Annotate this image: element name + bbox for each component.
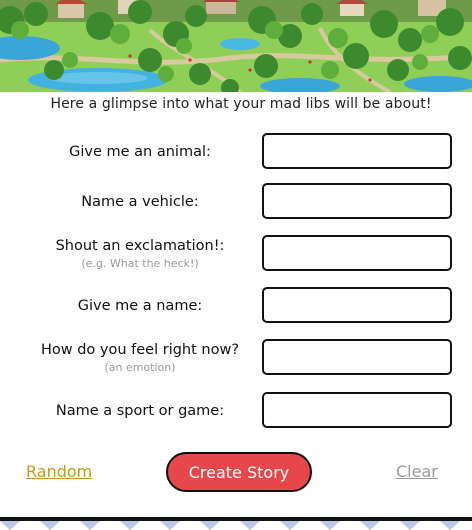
exclamation-input[interactable] <box>262 235 452 271</box>
intro-text: Here a glimpse into what your mad libs w… <box>50 96 432 112</box>
form-row-sport: Name a sport or game: <box>0 392 472 430</box>
name-input[interactable] <box>262 287 452 323</box>
emotion-input[interactable] <box>262 339 452 375</box>
animal-label: Give me an animal: <box>69 144 211 160</box>
park-illustration-icon <box>0 0 472 92</box>
vehicle-input[interactable] <box>262 183 452 219</box>
form-row-animal: Give me an animal: <box>0 133 472 171</box>
form-row-emotion: How do you feel right now? (an emotion) <box>0 339 472 377</box>
exclamation-label: Shout an exclamation!: <box>55 238 225 254</box>
sport-input[interactable] <box>262 392 452 428</box>
name-label: Give me a name: <box>77 298 203 314</box>
form-row-vehicle: Name a vehicle: <box>0 183 472 221</box>
park-banner-image <box>0 0 472 92</box>
sport-label: Name a sport or game: <box>55 403 225 419</box>
emotion-label: How do you feel right now? <box>40 342 240 358</box>
random-button[interactable]: Random <box>26 462 92 481</box>
bottom-pattern-strip <box>0 514 472 530</box>
animal-input[interactable] <box>262 133 452 169</box>
form-row-exclamation: Shout an exclamation!: (e.g. What the he… <box>0 235 472 273</box>
create-story-button[interactable]: Create Story <box>166 452 312 492</box>
clear-button[interactable]: Clear <box>396 462 438 481</box>
vehicle-label: Name a vehicle: <box>81 194 199 210</box>
emotion-hint: (an emotion) <box>104 361 176 374</box>
form-row-name: Give me a name: <box>0 287 472 325</box>
exclamation-hint: (e.g. What the heck!) <box>81 257 199 270</box>
